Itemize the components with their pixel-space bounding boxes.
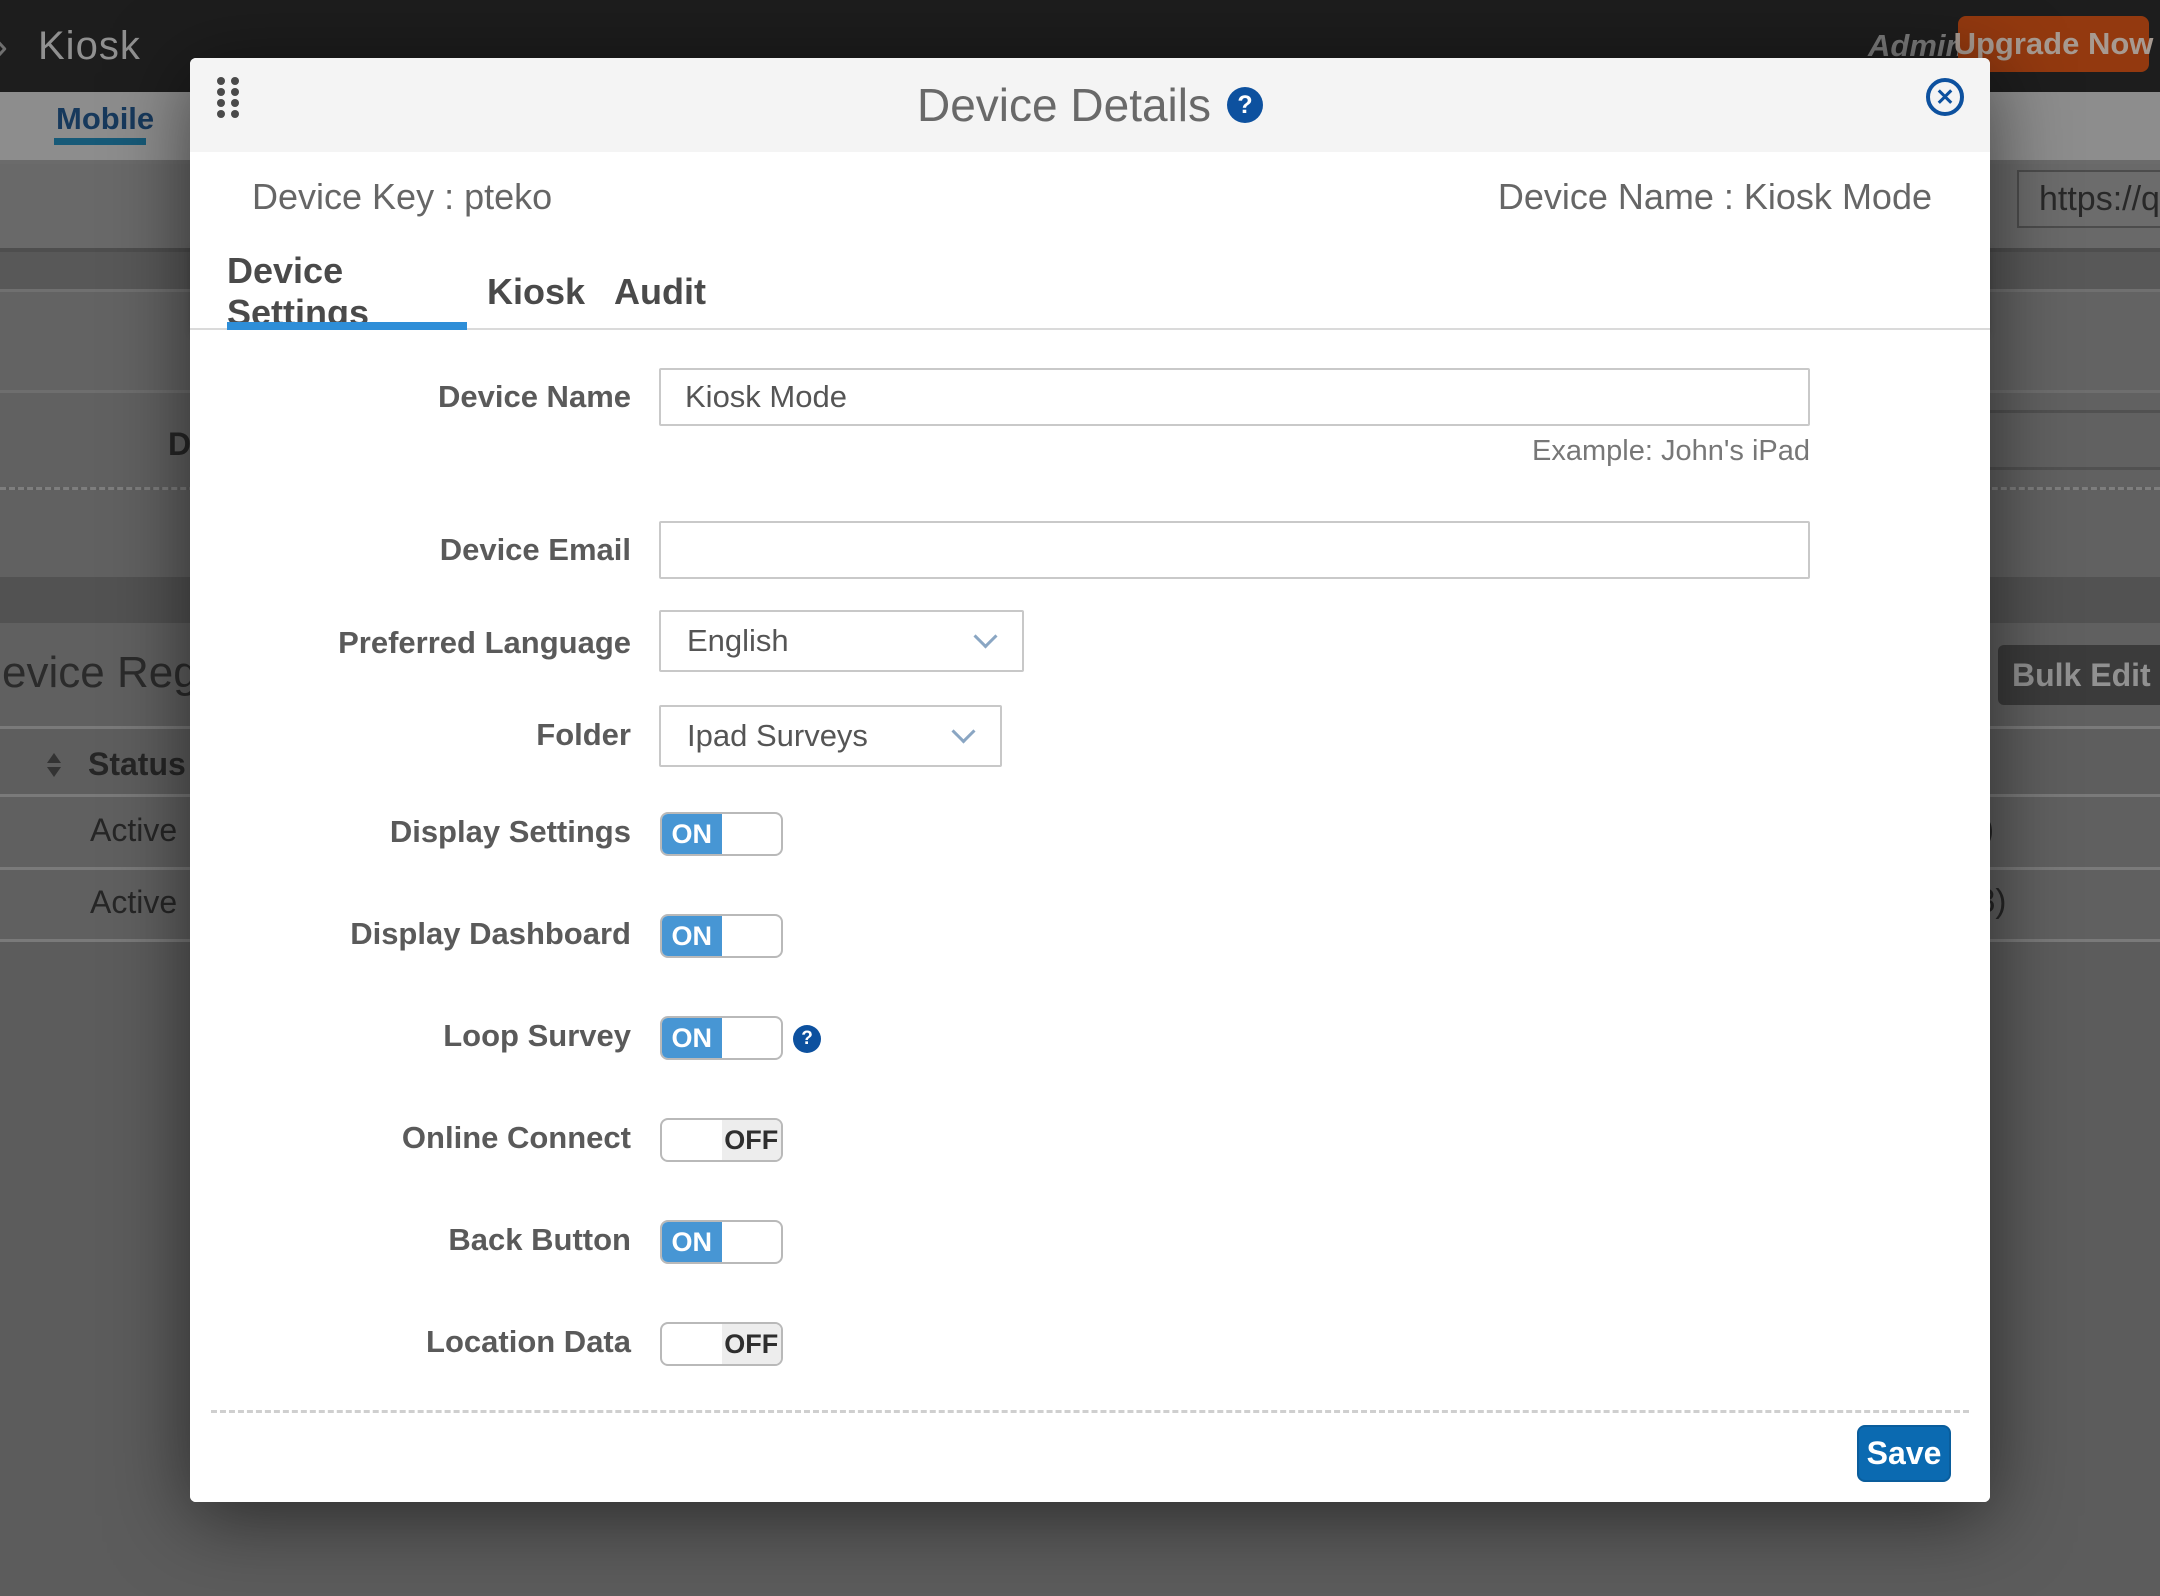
help-icon[interactable]: ? [1227, 87, 1263, 123]
toggle-state: OFF [722, 1324, 782, 1364]
loop-survey-toggle[interactable]: ON [660, 1016, 783, 1060]
toggle-state: OFF [722, 1120, 782, 1160]
folder-select[interactable]: Ipad Surveys [659, 705, 1002, 767]
hidden-field-label: D [168, 426, 191, 463]
display-settings-toggle[interactable]: ON [660, 812, 783, 856]
page-title: Kiosk [38, 24, 141, 69]
back-button-label: Back Button [448, 1222, 631, 1258]
loop-survey-label: Loop Survey [443, 1018, 631, 1054]
device-name-label: Device Name [438, 379, 631, 415]
tab-kiosk[interactable]: Kiosk [480, 240, 592, 330]
save-button[interactable]: Save [1857, 1425, 1951, 1482]
tab-mobile[interactable]: Mobile [56, 101, 154, 137]
modal-subheader: Device Key : pteko Device Name : Kiosk M… [190, 152, 1990, 240]
device-details-modal: Device Details ? ✕ Device Key : pteko De… [190, 58, 1990, 1502]
folder-label: Folder [536, 717, 631, 753]
modal-header: Device Details ? ✕ [190, 58, 1990, 152]
toggle-state: ON [662, 916, 722, 956]
preferred-language-label: Preferred Language [338, 625, 631, 661]
display-dashboard-label: Display Dashboard [350, 916, 631, 952]
status-cell: Active [90, 812, 177, 849]
tab-mobile-underline [54, 138, 146, 145]
tab-device-settings[interactable]: Device Settings [227, 240, 467, 330]
url-field[interactable]: https://qa.c [2017, 170, 2160, 228]
toggle-state: ON [662, 1018, 722, 1058]
device-email-label: Device Email [440, 532, 631, 568]
footer-dashed-divider [211, 1410, 1969, 1413]
online-connect-label: Online Connect [402, 1120, 631, 1156]
status-column-header[interactable]: Status [88, 746, 186, 783]
sort-icon[interactable] [47, 753, 61, 777]
tab-audit[interactable]: Audit [610, 240, 710, 330]
modal-tab-bar: Device Settings Kiosk Audit [190, 240, 1990, 330]
device-name-helper: Example: John's iPad [1532, 435, 1810, 468]
device-name-input[interactable] [659, 368, 1810, 426]
modal-title: Device Details [917, 78, 1211, 132]
modal-body: Device Name Example: John's iPad Device … [190, 330, 1990, 1502]
close-icon[interactable]: ✕ [1926, 78, 1964, 116]
device-name-text: Device Name : Kiosk Mode [1498, 176, 1932, 218]
breadcrumb-chevron-icon: › [0, 22, 8, 70]
back-button-toggle[interactable]: ON [660, 1220, 783, 1264]
chevron-down-icon [951, 719, 975, 743]
location-data-label: Location Data [426, 1324, 631, 1360]
toggle-state: ON [662, 1222, 722, 1262]
device-key-text: Device Key : pteko [252, 176, 552, 218]
online-connect-toggle[interactable]: OFF [660, 1118, 783, 1162]
bulk-edit-devices-button[interactable]: Bulk Edit Dev [1998, 645, 2160, 705]
chevron-down-icon [973, 624, 997, 648]
loop-survey-help-icon[interactable]: ? [793, 1025, 821, 1053]
location-data-toggle[interactable]: OFF [660, 1322, 783, 1366]
preferred-language-select[interactable]: English [659, 610, 1024, 672]
display-dashboard-toggle[interactable]: ON [660, 914, 783, 958]
display-settings-label: Display Settings [390, 814, 631, 850]
folder-value: Ipad Surveys [687, 718, 868, 754]
toggle-state: ON [662, 814, 722, 854]
preferred-language-value: English [687, 623, 789, 659]
device-email-input[interactable] [659, 521, 1810, 579]
status-cell: Active [90, 884, 177, 921]
